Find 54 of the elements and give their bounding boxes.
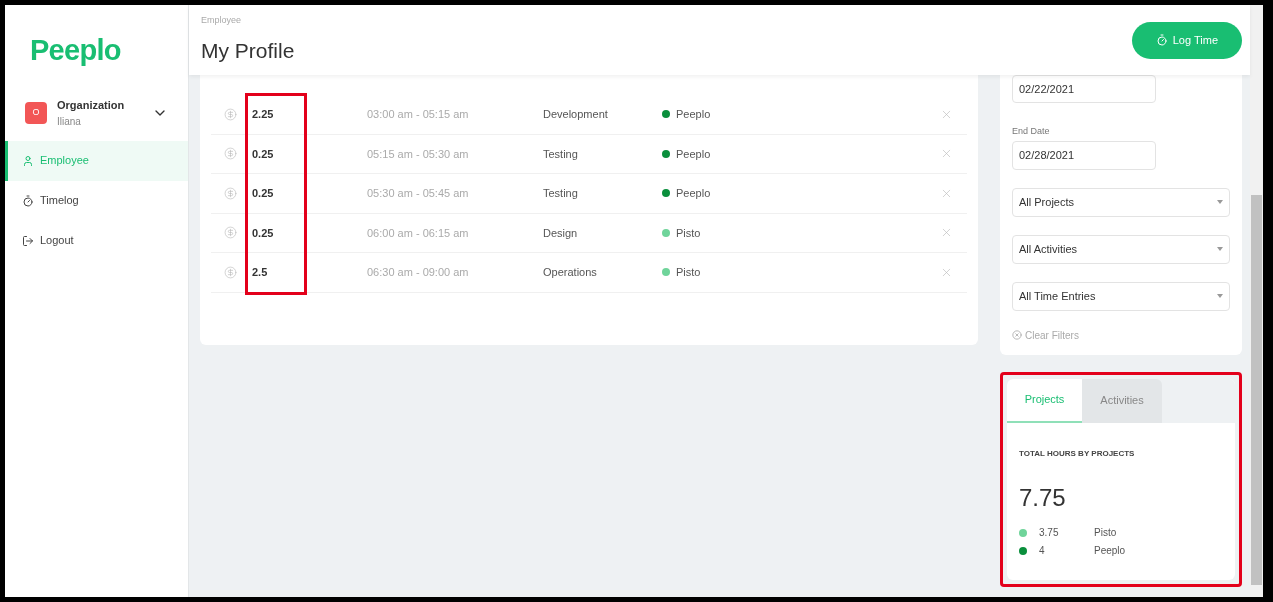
dollar-icon[interactable]	[224, 226, 237, 240]
end-date-label: End Date	[1012, 125, 1051, 138]
filter-select[interactable]: All Projects	[1012, 187, 1230, 217]
dollar-icon[interactable]	[224, 186, 237, 200]
scrollbar-thumb[interactable]	[1251, 195, 1262, 585]
hours-cell-text: 0.25	[252, 186, 275, 201]
dropdown-caret-icon	[1217, 200, 1223, 204]
nav-item[interactable]: Timelog	[5, 180, 188, 221]
legend-label: Peeplo	[1094, 544, 1126, 558]
activity-cell-text: Testing	[543, 146, 579, 162]
user-name: Iliana	[57, 114, 82, 129]
dollar-icon[interactable]	[224, 107, 237, 121]
time-range-cell-text: 05:15 am - 05:30 am	[367, 146, 470, 162]
summary-heading: TOTAL HOURS BY PROJECTS	[1019, 447, 1136, 460]
hours-cell-text: 2.5	[252, 265, 269, 280]
time-range-cell-text: 03:00 am - 05:15 am	[367, 107, 470, 122]
timer-icon	[1155, 34, 1168, 46]
project-cell-text: Pisto	[676, 265, 702, 280]
legend-label: Pisto	[1094, 526, 1117, 540]
organization-avatar: O	[25, 101, 47, 124]
breadcrumb: Employee	[201, 13, 243, 27]
legend-value: 4	[1039, 544, 1046, 558]
time-range-cell-text: 06:30 am - 09:00 am	[367, 265, 470, 280]
hours-cell-text: 0.25	[252, 225, 275, 241]
logout-icon	[22, 234, 34, 247]
time-range-cell-text: 05:30 am - 05:45 am	[367, 186, 470, 201]
filter-select[interactable]: All Time Entries	[1012, 281, 1230, 311]
activity-cell-text: Design	[543, 225, 579, 241]
activity-cell-text: Operations	[543, 265, 598, 280]
end-date-field[interactable]: 02/28/2021	[1012, 140, 1156, 170]
timer-icon	[22, 194, 34, 207]
filter-select[interactable]: All Activities	[1012, 234, 1230, 264]
nav-item[interactable]: Logout	[5, 220, 188, 261]
activity-cell-text: Testing	[543, 186, 579, 201]
activity-cell-text: Development	[543, 107, 609, 122]
hours-cell-text: 0.25	[252, 146, 275, 162]
clear-icon	[1012, 330, 1022, 340]
total-hours: 7.75	[1019, 482, 1067, 513]
project-cell-text: Peeplo	[676, 107, 712, 122]
time-range-cell-text: 06:00 am - 06:15 am	[367, 225, 470, 241]
dollar-icon[interactable]	[224, 265, 237, 279]
user-icon	[22, 154, 34, 167]
hours-cell-text: 2.25	[252, 107, 275, 122]
brand-logo: Peeplo	[29, 33, 122, 68]
page-title: My Profile	[201, 38, 295, 64]
project-cell-text: Peeplo	[676, 146, 712, 162]
dropdown-caret-icon	[1217, 247, 1223, 251]
dollar-icon[interactable]	[224, 147, 237, 161]
start-date-field[interactable]: 02/22/2021	[1012, 75, 1156, 103]
dropdown-caret-icon	[1217, 294, 1223, 298]
project-cell-text: Peeplo	[676, 186, 712, 201]
project-cell-text: Pisto	[676, 225, 702, 241]
legend-value: 3.75	[1039, 526, 1060, 540]
organization-name: Organization	[57, 98, 126, 113]
